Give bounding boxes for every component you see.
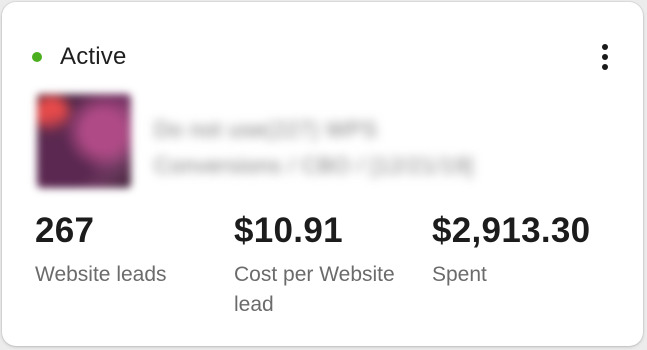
ad-thumbnail[interactable] [37,94,131,188]
status-dot-icon [32,52,42,62]
ad-card[interactable]: Active Do not use(227) WPS Conversions /… [2,2,643,346]
more-vertical-icon-dot [602,64,608,70]
more-options-button[interactable] [593,40,617,74]
more-vertical-icon [602,44,608,50]
metric-value: $2,913.30 [432,211,591,250]
ad-title-line-1: Do not use(227) WPS [154,117,378,142]
status-label: Active [60,43,127,70]
metric-label: Cost per Website lead [234,263,395,316]
metric-value: 267 [35,211,95,250]
ad-title[interactable]: Do not use(227) WPS Conversions / CBO / … [154,112,594,184]
status-row: Active [32,40,127,74]
metric-spent: $2,913.30 Spent [432,210,622,290]
ad-title-line-2: Conversions / CBO / [12/21/19] [154,153,474,178]
metric-value: $10.91 [234,211,343,250]
metric-cost-per-lead: $10.91 Cost per Website lead [234,210,419,320]
metric-website-leads: 267 Website leads [35,210,220,290]
metric-label: Spent [432,263,487,286]
metric-label: Website leads [35,263,167,286]
more-vertical-icon-dot [602,54,608,60]
